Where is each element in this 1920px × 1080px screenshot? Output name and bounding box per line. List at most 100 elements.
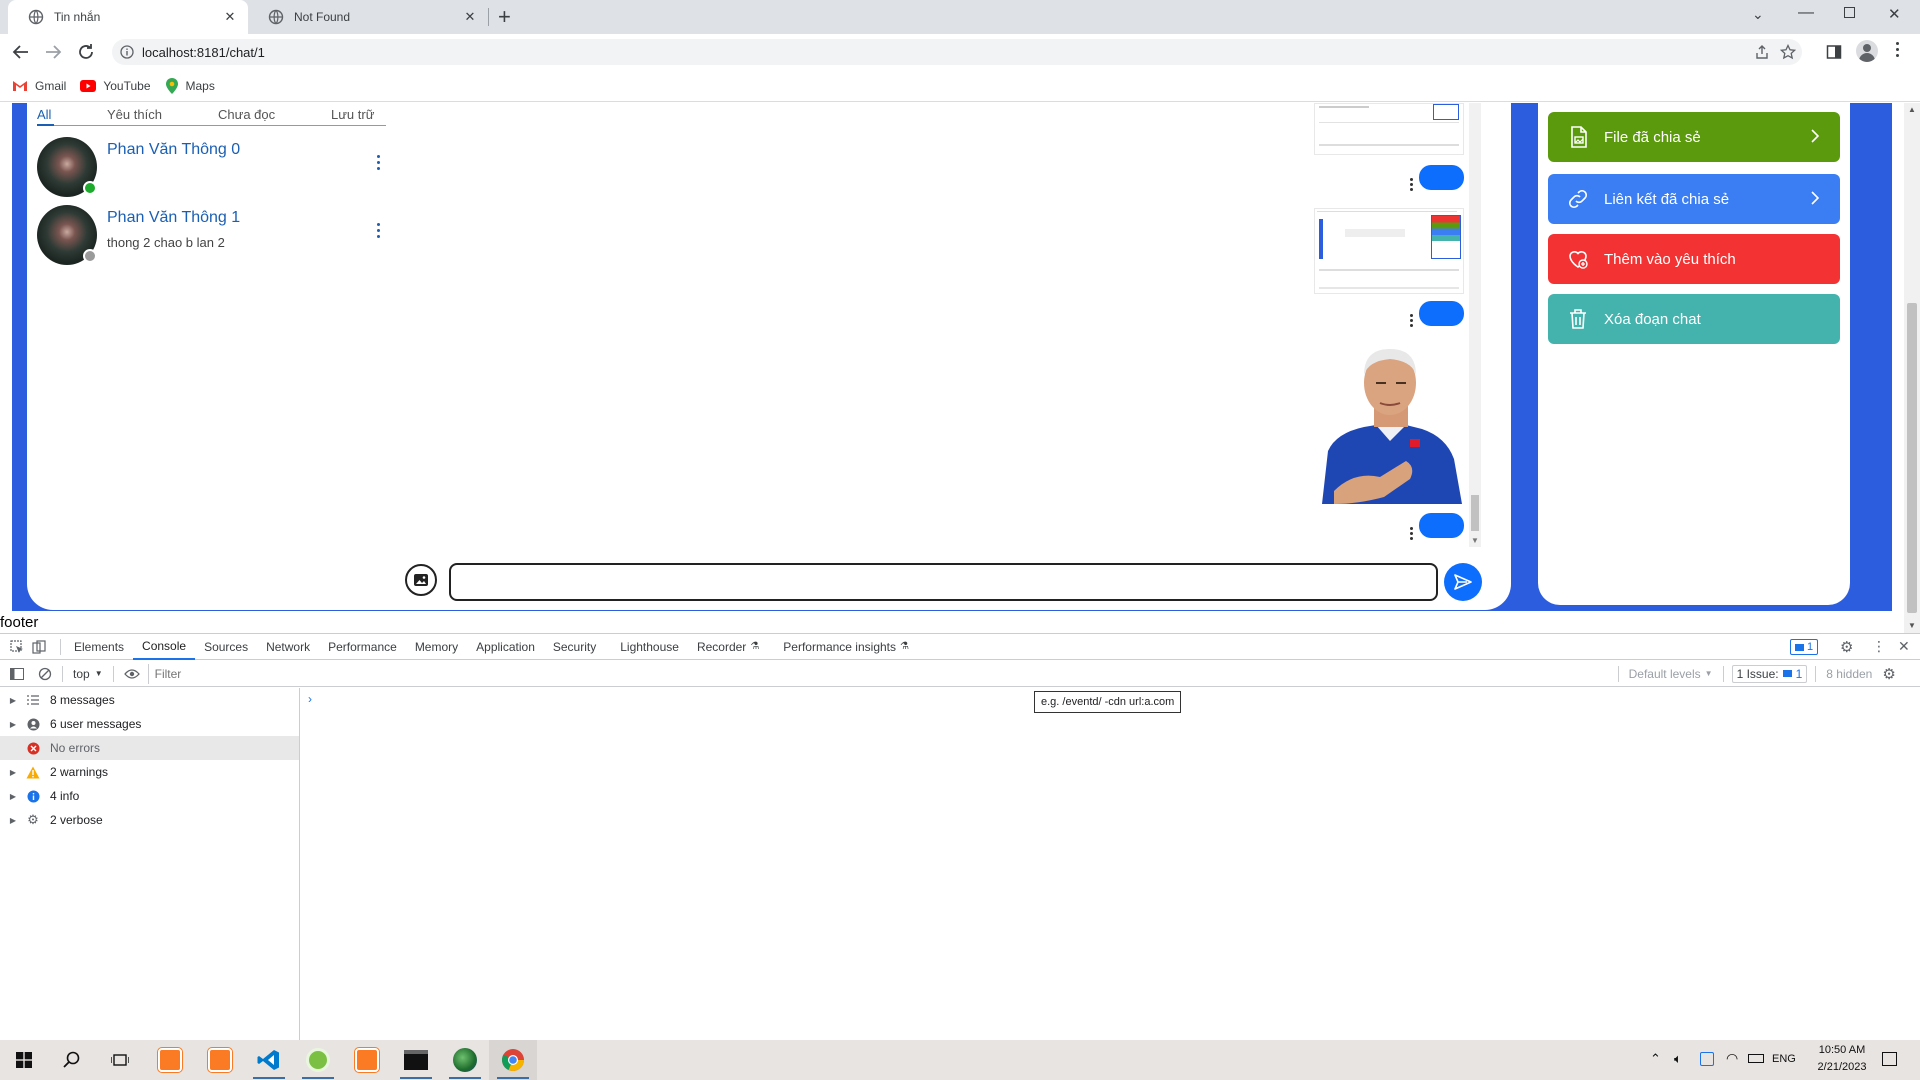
forward-icon[interactable] (44, 44, 62, 60)
star-icon[interactable] (1780, 44, 1796, 60)
taskbar-app-terminal[interactable] (392, 1040, 440, 1080)
message-menu-icon[interactable] (1410, 178, 1413, 192)
sidebar-item-errors[interactable]: No errors (0, 736, 299, 760)
tab-search-icon[interactable]: ⌄ (1752, 6, 1764, 23)
sidebar-item-verbose[interactable]: ▶ ⚙ 2 verbose (0, 808, 299, 832)
clock-time[interactable]: 10:50 AM (1810, 1044, 1874, 1056)
message-image-screenshot[interactable] (1314, 208, 1464, 294)
devtools-tab-performance-insights[interactable]: Performance insights ⚗ (774, 634, 918, 660)
devtools-tab-recorder[interactable]: Recorder ⚗ (688, 634, 768, 660)
delete-chat-button[interactable]: Xóa đoạn chat (1548, 294, 1840, 344)
close-devtools-icon[interactable]: ✕ (1898, 638, 1910, 655)
bookmark-youtube[interactable]: YouTube (80, 79, 151, 93)
shared-files-button[interactable]: File đã chia sẻ (1548, 112, 1840, 162)
console-settings-gear-icon[interactable]: ⚙ (1882, 665, 1895, 683)
side-panel-icon[interactable] (1826, 44, 1842, 60)
share-icon[interactable] (1754, 44, 1770, 60)
taskbar-app-globe[interactable] (441, 1040, 489, 1080)
close-tab-icon[interactable]: ✕ (222, 9, 238, 25)
devtools-tab-memory[interactable]: Memory (406, 634, 467, 660)
console-filter-input[interactable] (147, 663, 1618, 684)
close-window-button[interactable]: ✕ (1888, 5, 1901, 23)
messages-scrollbar[interactable]: ▼ (1469, 103, 1481, 547)
info-icon[interactable] (120, 45, 134, 59)
add-to-favorites-button[interactable]: Thêm vào yêu thích (1548, 234, 1840, 284)
message-menu-icon[interactable] (1410, 314, 1413, 328)
devtools-tab-elements[interactable]: Elements (65, 634, 133, 660)
new-tab-button[interactable]: + (498, 4, 511, 30)
wifi-icon[interactable]: ◠ (1726, 1050, 1738, 1067)
message-bubble[interactable] (1419, 301, 1464, 326)
taskbar-app-vscode[interactable] (245, 1040, 293, 1080)
battery-icon[interactable] (1748, 1054, 1764, 1063)
page-scrollbar[interactable]: ▲ ▼ (1904, 103, 1920, 633)
reload-icon[interactable] (77, 43, 95, 61)
action-center-icon[interactable] (1882, 1052, 1897, 1066)
contact-menu-icon[interactable] (377, 155, 381, 171)
log-levels-dropdown[interactable]: Default levels ▼ (1629, 667, 1713, 681)
devtools-tab-security[interactable]: Security (544, 634, 605, 660)
taskbar-app-xampp[interactable] (146, 1040, 194, 1080)
address-bar[interactable]: localhost:8181/chat/1 (112, 39, 1802, 65)
sidebar-item-user-messages[interactable]: ▶ 6 user messages (0, 712, 299, 736)
show-hidden-icons[interactable]: ⌃ (1650, 1051, 1661, 1067)
contact-item[interactable]: Phan Văn Thông 1 thong 2 chao b lan 2 (37, 205, 387, 267)
tab-not-found[interactable]: Not Found ✕ (248, 0, 488, 34)
filter-tab-favorites[interactable]: Yêu thích (107, 107, 162, 122)
devtools-tab-network[interactable]: Network (257, 634, 319, 660)
chrome-menu-icon[interactable] (1896, 42, 1899, 57)
eye-icon[interactable] (123, 668, 140, 680)
message-menu-icon[interactable] (1410, 527, 1413, 541)
notification-app-icon[interactable] (1700, 1052, 1714, 1066)
devtools-menu-icon[interactable]: ⋮ (1872, 638, 1886, 655)
sidebar-item-info[interactable]: ▶ 4 info (0, 784, 299, 808)
devtools-tab-sources[interactable]: Sources (195, 634, 257, 660)
close-tab-icon[interactable]: ✕ (462, 9, 478, 25)
message-bubble[interactable] (1419, 165, 1464, 190)
clear-console-icon[interactable] (38, 667, 52, 681)
message-bubble[interactable] (1419, 513, 1464, 538)
task-view-button[interactable] (96, 1040, 144, 1080)
message-image-screenshot[interactable] (1314, 103, 1464, 155)
inspect-element-icon[interactable] (10, 639, 24, 654)
back-icon[interactable] (12, 44, 30, 60)
contact-menu-icon[interactable] (377, 223, 381, 239)
taskbar-app-xampp[interactable] (196, 1040, 244, 1080)
taskbar-app-green[interactable] (294, 1040, 342, 1080)
clock-date[interactable]: 2/21/2023 (1810, 1061, 1874, 1073)
contact-item[interactable]: Phan Văn Thông 0 (37, 137, 387, 199)
filter-tab-unread[interactable]: Chưa đọc (218, 107, 275, 122)
device-toolbar-icon[interactable] (32, 639, 46, 654)
filter-tab-all[interactable]: All (37, 107, 51, 122)
taskbar-app-chrome[interactable] (489, 1040, 537, 1080)
profile-avatar-icon[interactable] (1856, 40, 1878, 62)
sidebar-toggle-icon[interactable] (10, 667, 24, 680)
tab-tin-nhan[interactable]: Tin nhắn ✕ (8, 0, 248, 34)
issues-badge[interactable]: 1 (1790, 639, 1819, 655)
minimize-button[interactable]: — (1798, 4, 1814, 22)
sidebar-item-warnings[interactable]: ▶ 2 warnings (0, 760, 299, 784)
sidebar-item-messages[interactable]: ▶ 8 messages (0, 688, 299, 712)
language-indicator[interactable]: ENG (1772, 1053, 1796, 1065)
devtools-tab-application[interactable]: Application (467, 634, 544, 660)
search-button[interactable] (48, 1040, 96, 1080)
console-prompt-icon[interactable]: › (308, 692, 312, 706)
image-upload-button[interactable] (405, 564, 437, 596)
devtools-tab-console[interactable]: Console (133, 634, 196, 660)
message-image-photo[interactable] (1314, 341, 1464, 504)
start-button[interactable] (0, 1040, 48, 1080)
settings-gear-icon[interactable]: ⚙ (1840, 638, 1853, 656)
bookmark-gmail[interactable]: Gmail (12, 79, 66, 93)
context-selector[interactable]: top ▼ (73, 667, 103, 681)
send-button[interactable] (1444, 563, 1482, 601)
taskbar-app-xampp[interactable] (343, 1040, 391, 1080)
shared-links-button[interactable]: Liên kết đã chia sẻ (1548, 174, 1840, 224)
devtools-tab-performance[interactable]: Performance (319, 634, 406, 660)
message-input[interactable] (449, 563, 1438, 601)
bookmark-maps[interactable]: Maps (165, 77, 215, 94)
filter-tab-archived[interactable]: Lưu trữ (331, 107, 374, 122)
restore-button[interactable] (1844, 7, 1855, 18)
devtools-tab-lighthouse[interactable]: Lighthouse (611, 634, 688, 660)
issues-counter[interactable]: 1 Issue: 1 (1731, 664, 1808, 683)
volume-icon[interactable]: 🔈︎ (1674, 1051, 1682, 1067)
